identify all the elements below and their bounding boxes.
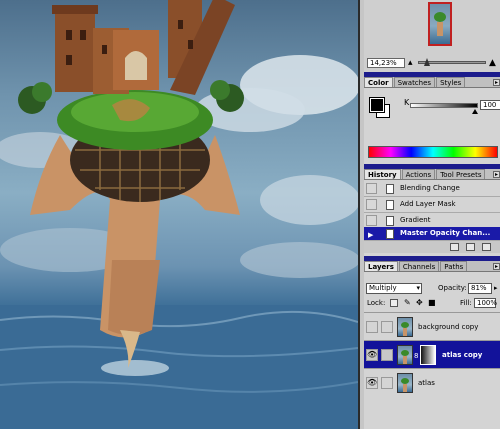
tab-layers[interactable]: Layers <box>364 261 398 271</box>
history-brush-source[interactable] <box>366 215 377 226</box>
layer-thumbnail <box>397 345 413 365</box>
layer-name: atlas copy <box>442 351 483 359</box>
layer-name: atlas <box>418 379 435 387</box>
tree <box>32 82 52 102</box>
opacity-label: Opacity: <box>438 284 467 292</box>
tab-actions[interactable]: Actions <box>401 169 436 179</box>
palette-menu-icon[interactable]: ▸ <box>493 79 500 86</box>
fill-field[interactable]: 100% <box>474 298 497 308</box>
new-snapshot-icon[interactable] <box>466 243 475 251</box>
cloud <box>260 175 358 225</box>
layer-name: background copy <box>418 323 479 331</box>
foreground-color-swatch[interactable] <box>369 97 385 113</box>
color-panel: Color Swatches Styles ▸ K 100 <box>364 72 500 164</box>
history-brush-source[interactable] <box>366 199 377 210</box>
eye-icon[interactable]: 👁 <box>366 349 378 361</box>
figure-legs <box>108 260 160 335</box>
tab-channels[interactable]: Channels <box>398 261 440 271</box>
tab-swatches[interactable]: Swatches <box>393 77 436 87</box>
layer-visibility-toggle[interactable] <box>366 321 378 333</box>
layers-panel: Layers Channels Paths ▸ Multiply Opacity… <box>364 256 500 429</box>
history-tabs: History Actions Tool Presets ▸ <box>364 169 500 180</box>
zoom-slider-knob[interactable] <box>424 58 430 66</box>
brush-icon[interactable] <box>381 349 393 361</box>
history-state-icon <box>386 200 394 210</box>
current-state-arrow-icon: ▶ <box>368 231 374 239</box>
zoom-field[interactable]: 14,23% <box>367 58 405 68</box>
layer-link-toggle[interactable] <box>381 377 393 389</box>
history-item-label: Gradient <box>400 216 431 224</box>
castle-tower <box>55 10 95 92</box>
zoom-in-icon[interactable]: ▲ <box>489 58 496 68</box>
zoom-out-icon[interactable]: ▴ <box>408 58 413 68</box>
palette-menu-icon[interactable]: ▸ <box>493 171 500 178</box>
thumbnail-globe <box>434 12 446 22</box>
k-channel-slider[interactable] <box>410 103 478 108</box>
layers-tabs: Layers Channels Paths ▸ <box>364 261 500 272</box>
tab-styles[interactable]: Styles <box>436 77 466 87</box>
color-ramp[interactable] <box>368 146 498 158</box>
mask-link-icon[interactable]: 8 <box>414 352 418 360</box>
layer-thumbnail <box>397 373 413 393</box>
new-document-from-state-icon[interactable] <box>450 243 459 251</box>
history-item-label: Blending Change <box>400 184 460 192</box>
castle-battlement <box>52 5 98 14</box>
fill-label: Fill: <box>460 299 472 307</box>
navigator-panel: 14,23% ▴ ▲ <box>364 0 500 72</box>
lock-transparency-checkbox[interactable] <box>390 299 398 307</box>
lock-position-icon[interactable]: ✥ <box>416 298 423 307</box>
history-state-icon <box>386 184 394 194</box>
castle-arch <box>125 51 147 80</box>
sea <box>0 305 358 429</box>
palette-menu-icon[interactable]: ▸ <box>493 263 500 270</box>
opacity-slider-arrow-icon[interactable]: ▸ <box>494 284 498 292</box>
document-canvas[interactable] <box>0 0 358 429</box>
history-item-selected[interactable]: ▶ Master Opacity Chan... <box>364 227 500 241</box>
layer-mask-thumbnail[interactable] <box>420 345 436 365</box>
color-tabs: Color Swatches Styles ▸ <box>364 77 500 88</box>
history-item-label: Add Layer Mask <box>400 200 456 208</box>
history-panel: History Actions Tool Presets ▸ Blending … <box>364 164 500 256</box>
history-item[interactable]: Add Layer Mask <box>364 197 500 213</box>
history-state-icon <box>386 216 394 226</box>
layer-row[interactable]: background copy <box>364 312 500 340</box>
layer-thumbnail <box>397 317 413 337</box>
tab-history[interactable]: History <box>364 169 401 179</box>
navigator-thumbnail[interactable] <box>428 2 452 46</box>
thumbnail-figure <box>437 22 443 36</box>
tree <box>210 80 230 100</box>
k-slider-knob[interactable] <box>472 109 478 114</box>
tab-tool-presets[interactable]: Tool Presets <box>436 169 486 179</box>
layer-row-selected[interactable]: 👁 8 atlas copy <box>364 340 500 368</box>
lock-image-icon[interactable]: ✎ <box>404 298 411 307</box>
history-item[interactable]: Blending Change <box>364 181 500 197</box>
lock-label: Lock: <box>367 299 386 307</box>
delete-state-icon[interactable] <box>482 243 491 251</box>
splash <box>101 360 169 376</box>
cloud <box>240 242 358 278</box>
tab-color[interactable]: Color <box>364 77 393 87</box>
eye-icon[interactable]: 👁 <box>366 377 378 389</box>
k-value-field[interactable]: 100 <box>480 100 500 110</box>
tab-paths[interactable]: Paths <box>440 261 468 271</box>
palette-well: 14,23% ▴ ▲ Color Swatches Styles ▸ K 100… <box>358 0 500 429</box>
history-brush-source[interactable] <box>366 183 377 194</box>
lock-all-icon[interactable]: ■ <box>428 298 436 307</box>
artwork <box>0 0 358 429</box>
layer-link-toggle[interactable] <box>381 321 393 333</box>
blend-mode-select[interactable]: Multiply <box>366 283 422 294</box>
history-item-label: Master Opacity Chan... <box>400 229 491 237</box>
layer-row[interactable]: 👁 atlas <box>364 368 500 396</box>
channel-label: K <box>404 98 410 107</box>
history-state-icon <box>386 229 394 239</box>
opacity-field[interactable]: 81% <box>468 283 492 294</box>
history-footer <box>364 241 500 253</box>
